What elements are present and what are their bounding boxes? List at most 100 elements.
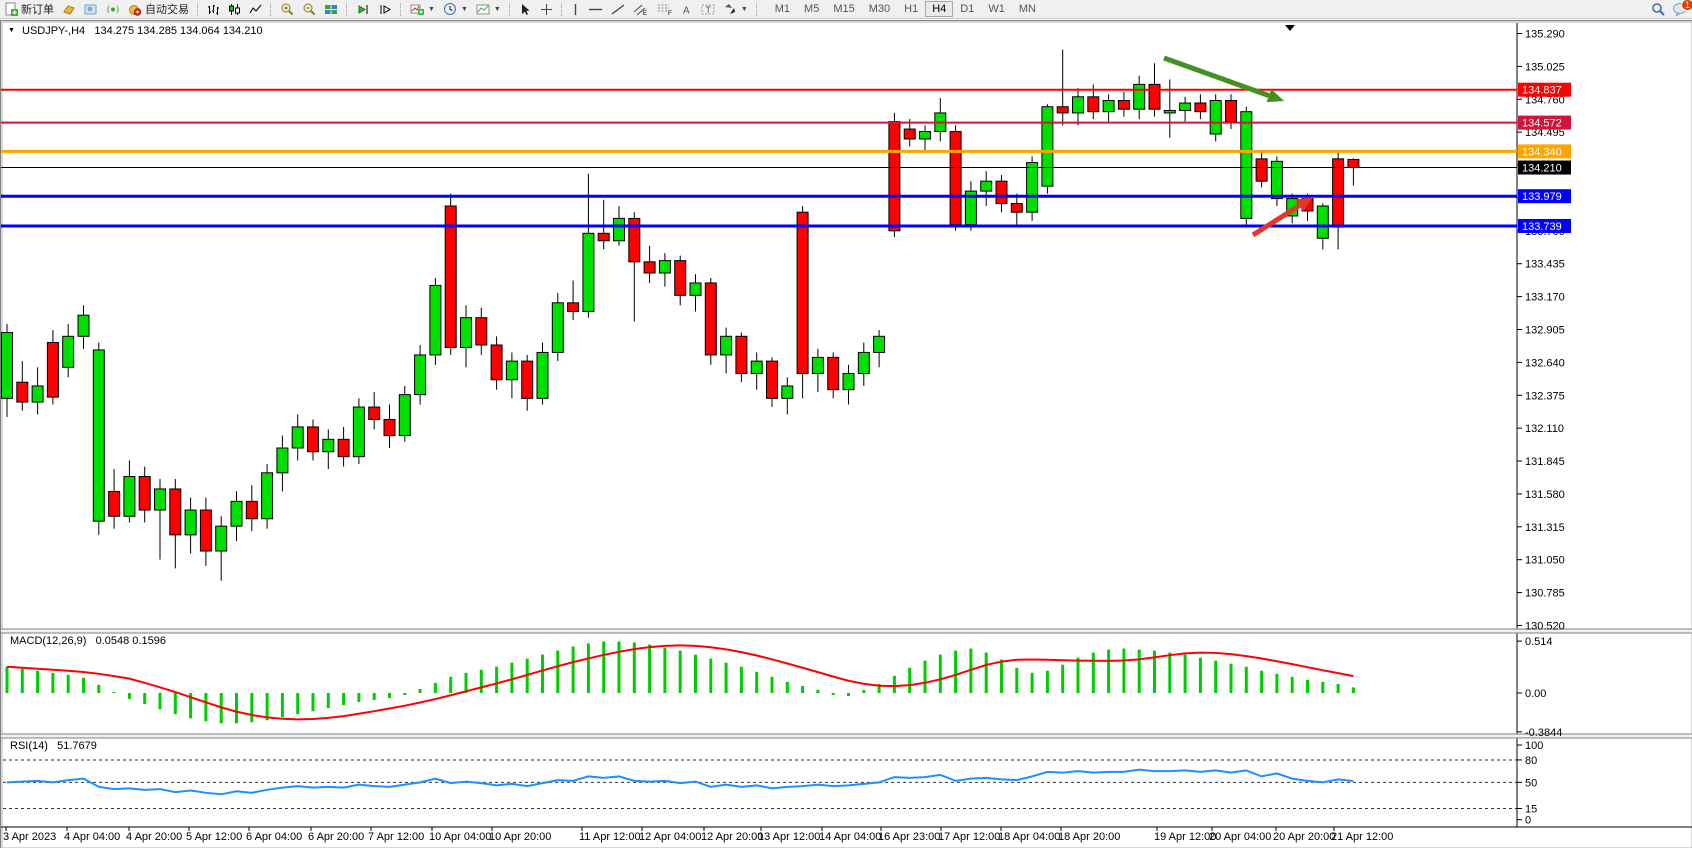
bear-candle <box>644 262 655 273</box>
fibonacci-icon: F <box>657 3 673 16</box>
bull-candle <box>782 386 793 398</box>
bull-candle <box>292 427 303 448</box>
chevron-down-icon[interactable]: ▼ <box>8 27 15 34</box>
market-watch-button[interactable] <box>58 1 80 17</box>
svg-text:133.170: 133.170 <box>1525 292 1565 304</box>
chart-canvas[interactable]: 135.290135.025134.760134.495134.230133.9… <box>1 21 1692 848</box>
shapes-tool[interactable]: ▼ <box>719 1 752 17</box>
text-tool[interactable]: A <box>677 1 697 17</box>
bear-candle <box>889 122 900 231</box>
auto-trading-icon <box>128 3 142 16</box>
svg-text:100: 100 <box>1525 740 1543 752</box>
svg-text:133.979: 133.979 <box>1522 191 1562 203</box>
chart-shift-button[interactable] <box>374 1 396 17</box>
line-chart-button[interactable] <box>245 1 266 17</box>
bull-candle <box>1317 206 1328 238</box>
bear-candle <box>476 318 487 345</box>
label-tool[interactable]: T <box>697 1 719 17</box>
timeframe-button-mn[interactable]: MN <box>1012 1 1043 17</box>
toolbar-separator <box>400 3 402 16</box>
cursor-tool-button[interactable] <box>515 1 536 17</box>
bear-candle <box>170 489 181 535</box>
new-order-button[interactable]: 新订单 <box>0 1 58 17</box>
new-chart-button[interactable]: ▼ <box>406 1 439 17</box>
bull-candle <box>415 355 426 395</box>
auto-scroll-button[interactable] <box>352 1 374 17</box>
bull-candle <box>1210 101 1221 135</box>
bear-candle <box>1011 204 1022 213</box>
notifications-button[interactable]: 1 <box>1672 2 1688 16</box>
bull-candle <box>32 386 43 402</box>
svg-text:135.025: 135.025 <box>1525 61 1565 73</box>
channel-tool[interactable]: E <box>629 1 653 17</box>
timeframe-button-w1[interactable]: W1 <box>981 1 1012 17</box>
templates-button[interactable]: ▼ <box>472 1 505 17</box>
bull-candle <box>63 336 74 367</box>
signals-button[interactable] <box>102 1 124 17</box>
chart-ohlc-values: 134.275 134.285 134.064 134.210 <box>94 25 262 37</box>
bear-candle <box>17 382 28 402</box>
svg-text:14 Apr 04:00: 14 Apr 04:00 <box>819 831 881 843</box>
fibonacci-tool[interactable]: F <box>653 1 677 17</box>
bear-candle <box>109 491 120 516</box>
bull-candle <box>124 477 135 517</box>
svg-text:13 Apr 12:00: 13 Apr 12:00 <box>758 831 820 843</box>
zoom-in-button[interactable] <box>276 1 298 17</box>
new-order-icon <box>4 2 18 16</box>
mt4-terminal: 新订单 自动交易 <box>0 0 1692 848</box>
svg-text:130.520: 130.520 <box>1525 620 1565 632</box>
svg-text:7 Apr 12:00: 7 Apr 12:00 <box>368 831 424 843</box>
rsi-indicator-label: RSI(14) 51.7679 <box>10 740 97 752</box>
svg-text:133.435: 133.435 <box>1525 259 1565 271</box>
svg-text:12 Apr 04:00: 12 Apr 04:00 <box>639 831 701 843</box>
search-icon[interactable] <box>1651 2 1666 17</box>
timeframe-button-m15[interactable]: M15 <box>826 1 861 17</box>
bear-candle <box>767 361 778 398</box>
bull-candle <box>1164 110 1175 112</box>
bear-candle <box>568 303 579 312</box>
timeframe-button-m5[interactable]: M5 <box>797 1 826 17</box>
timeframe-button-m1[interactable]: M1 <box>768 1 797 17</box>
timeframe-button-m30[interactable]: M30 <box>862 1 897 17</box>
svg-text:134.340: 134.340 <box>1522 146 1562 158</box>
bar-chart-icon <box>207 3 220 16</box>
tile-windows-button[interactable] <box>320 1 342 17</box>
timeframe-button-h1[interactable]: H1 <box>897 1 925 17</box>
trendline-tool[interactable] <box>607 1 629 17</box>
svg-text:E: E <box>643 11 647 16</box>
crosshair-tool-button[interactable] <box>536 1 557 17</box>
svg-text:10 Apr 20:00: 10 Apr 20:00 <box>489 831 551 843</box>
bear-candle <box>1088 97 1099 112</box>
tile-windows-icon <box>324 3 338 16</box>
chart-shift-icon <box>378 3 392 16</box>
svg-text:18 Apr 04:00: 18 Apr 04:00 <box>998 831 1060 843</box>
data-window-button[interactable] <box>80 1 102 17</box>
vertical-line-tool[interactable] <box>567 1 584 17</box>
bear-candle <box>522 361 533 398</box>
bar-chart-button[interactable] <box>203 1 224 17</box>
zoom-out-button[interactable] <box>298 1 320 17</box>
periods-button[interactable]: ▼ <box>439 1 472 17</box>
bull-candle <box>430 285 441 354</box>
bull-candle <box>721 336 732 355</box>
timeframe-button-h4[interactable]: H4 <box>925 1 953 17</box>
candlestick-chart-button[interactable] <box>224 1 245 17</box>
horizontal-line-tool[interactable] <box>584 1 607 17</box>
horizontal-line-icon <box>588 3 603 16</box>
bear-candle <box>1256 159 1267 181</box>
bull-candle <box>690 283 701 295</box>
bull-candle <box>78 315 89 336</box>
bull-candle <box>323 439 334 451</box>
svg-text:18 Apr 20:00: 18 Apr 20:00 <box>1058 831 1120 843</box>
bear-candle <box>950 132 961 225</box>
auto-trading-button[interactable]: 自动交易 <box>124 1 193 17</box>
macd-name: MACD(12,26,9) <box>10 635 86 647</box>
bear-candle <box>1195 103 1206 112</box>
dropdown-caret: ▼ <box>741 6 748 13</box>
svg-text:6 Apr 04:00: 6 Apr 04:00 <box>246 831 302 843</box>
bull-candle <box>1073 97 1084 113</box>
svg-text:0.00: 0.00 <box>1525 688 1546 700</box>
vertical-line-icon <box>571 3 580 16</box>
timeframe-button-d1[interactable]: D1 <box>953 1 981 17</box>
periods-clock-icon <box>443 2 457 16</box>
